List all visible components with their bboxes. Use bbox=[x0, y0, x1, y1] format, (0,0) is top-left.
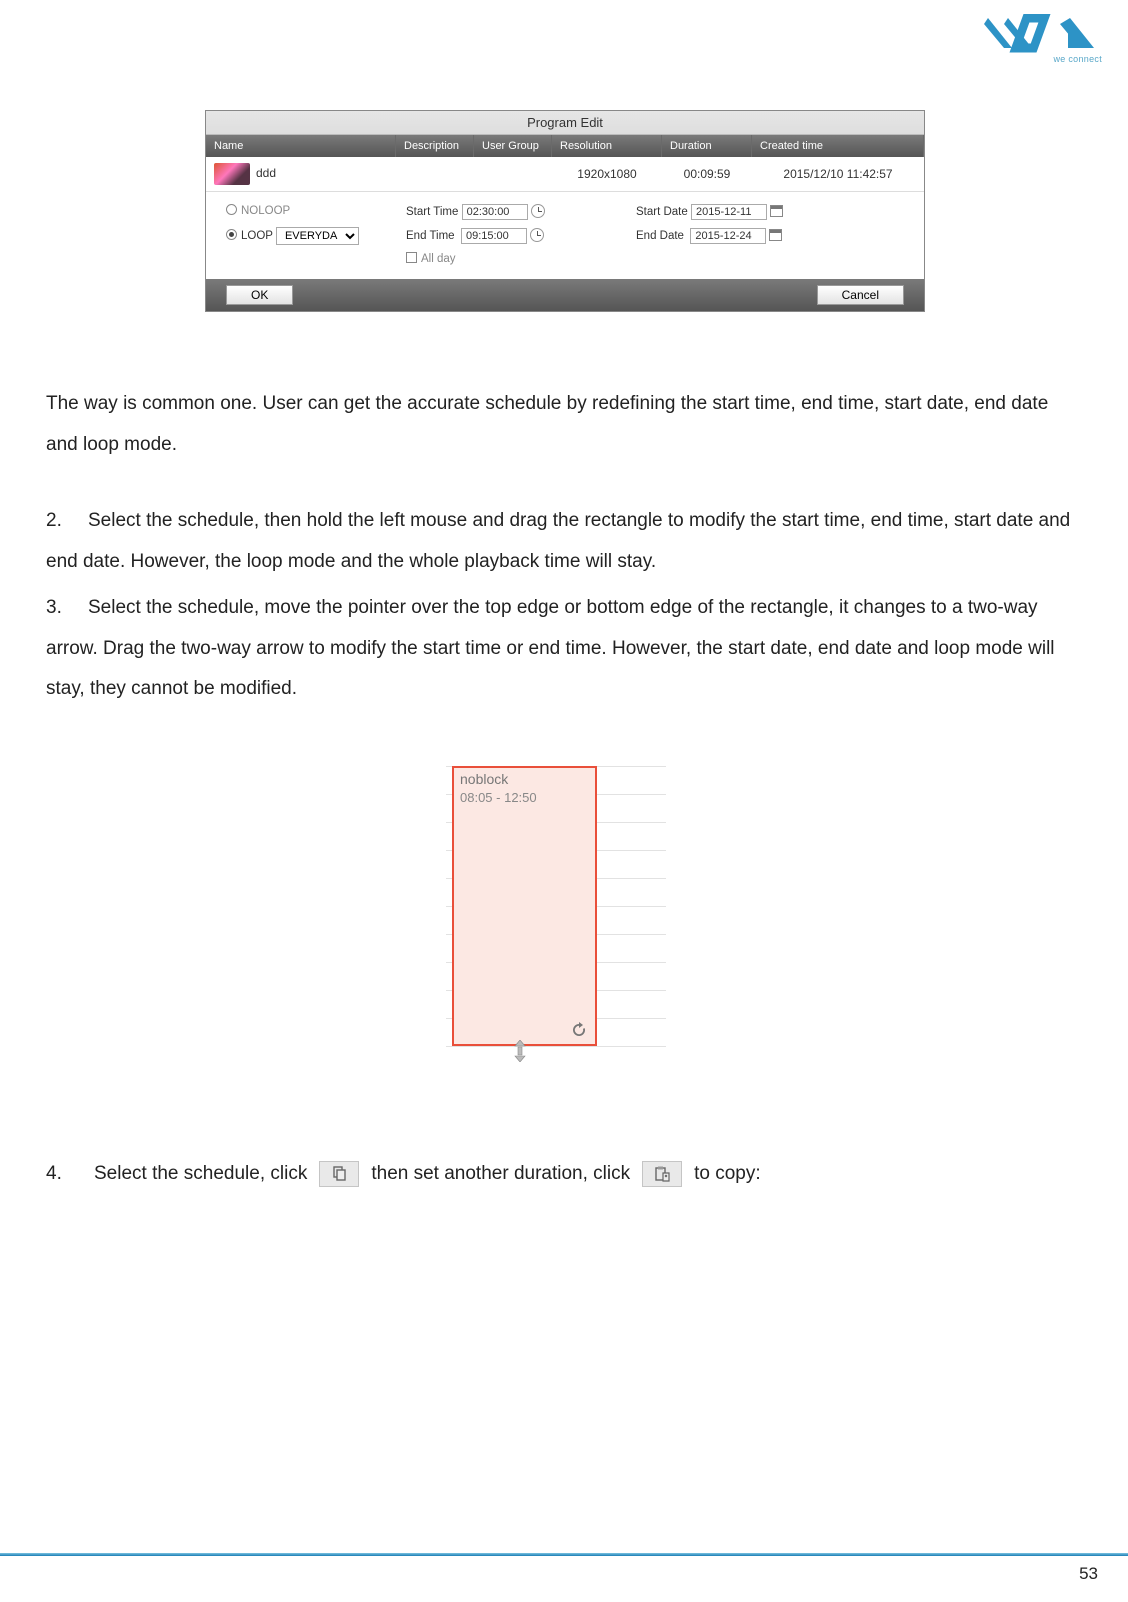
dialog-footer: OK Cancel bbox=[206, 279, 924, 311]
noloop-label: NOLOOP bbox=[241, 205, 290, 217]
footer-rule bbox=[0, 1553, 1128, 1556]
step4-text-a: Select the schedule, click bbox=[94, 1154, 307, 1195]
col-description: Description bbox=[396, 135, 474, 157]
copy-icon[interactable] bbox=[319, 1161, 359, 1187]
col-resolution: Resolution bbox=[552, 135, 662, 157]
dialog-title: Program Edit bbox=[206, 111, 924, 135]
allday-checkbox[interactable] bbox=[406, 252, 417, 263]
clock-icon[interactable] bbox=[530, 228, 544, 242]
radio-loop[interactable] bbox=[226, 229, 237, 240]
thumbnail-icon bbox=[214, 163, 250, 185]
end-date-input[interactable]: 2015-12-24 bbox=[690, 228, 766, 244]
col-duration: Duration bbox=[662, 135, 752, 157]
page-number: 53 bbox=[1079, 1564, 1098, 1584]
schedule-settings: NOLOOP LOOP EVERYDA Start Time 02:30:00 … bbox=[206, 192, 924, 279]
step4-text-b: then set another duration, click bbox=[371, 1154, 630, 1195]
allday-label: All day bbox=[421, 253, 456, 265]
calendar-icon[interactable] bbox=[770, 205, 783, 217]
clock-icon[interactable] bbox=[531, 204, 545, 218]
col-created: Created time bbox=[752, 135, 924, 157]
col-usergroup: User Group bbox=[474, 135, 552, 157]
start-date-input[interactable]: 2015-12-11 bbox=[691, 204, 767, 220]
brand-logo: we connect bbox=[984, 14, 1104, 79]
paragraph-step3: 3.Select the schedule, move the pointer … bbox=[46, 588, 1086, 710]
step-number: 4. bbox=[46, 1154, 88, 1195]
refresh-icon[interactable] bbox=[571, 1022, 587, 1038]
table-header: Name Description User Group Resolution D… bbox=[206, 135, 924, 157]
row-duration: 00:09:59 bbox=[662, 161, 752, 187]
paste-icon[interactable] bbox=[642, 1161, 682, 1187]
table-row[interactable]: ddd 1920x1080 00:09:59 2015/12/10 11:42:… bbox=[206, 157, 924, 192]
row-resolution: 1920x1080 bbox=[552, 161, 662, 187]
logo-tagline: we connect bbox=[1052, 54, 1102, 64]
ok-button[interactable]: OK bbox=[226, 285, 293, 305]
row-created: 2015/12/10 11:42:57 bbox=[752, 161, 924, 187]
step2-text: Select the schedule, then hold the left … bbox=[46, 510, 1070, 572]
block-time: 08:05 - 12:50 bbox=[454, 790, 595, 805]
program-edit-dialog: Program Edit Name Description User Group… bbox=[205, 110, 925, 312]
start-time-input[interactable]: 02:30:00 bbox=[462, 204, 528, 220]
step3-text: Select the schedule, move the pointer ov… bbox=[46, 597, 1055, 699]
end-time-label: End Time bbox=[406, 230, 455, 242]
step4-text-c: to copy: bbox=[694, 1154, 761, 1195]
paragraph-step4: 4. Select the schedule, click then set a… bbox=[46, 1154, 1086, 1195]
radio-noloop[interactable] bbox=[226, 204, 237, 215]
end-date-label: End Date bbox=[636, 230, 684, 242]
loop-mode-select[interactable]: EVERYDA bbox=[276, 227, 359, 245]
start-time-label: Start Time bbox=[406, 206, 458, 218]
resize-handle-icon[interactable] bbox=[508, 1040, 532, 1067]
paragraph-intro: The way is common one. User can get the … bbox=[46, 384, 1082, 465]
paragraph-step2: 2.Select the schedule, then hold the lef… bbox=[46, 501, 1086, 582]
end-time-input[interactable]: 09:15:00 bbox=[461, 228, 527, 244]
block-title: noblock bbox=[454, 768, 595, 790]
cancel-button[interactable]: Cancel bbox=[817, 285, 904, 305]
loop-label: LOOP bbox=[241, 230, 273, 242]
calendar-icon[interactable] bbox=[769, 229, 782, 241]
schedule-block[interactable]: noblock 08:05 - 12:50 bbox=[452, 766, 597, 1046]
col-name: Name bbox=[206, 135, 396, 157]
row-name: ddd bbox=[256, 166, 276, 180]
schedule-block-figure: noblock 08:05 - 12:50 bbox=[446, 766, 666, 1074]
step-number: 3. bbox=[46, 588, 88, 629]
step-number: 2. bbox=[46, 501, 88, 542]
start-date-label: Start Date bbox=[636, 206, 688, 218]
